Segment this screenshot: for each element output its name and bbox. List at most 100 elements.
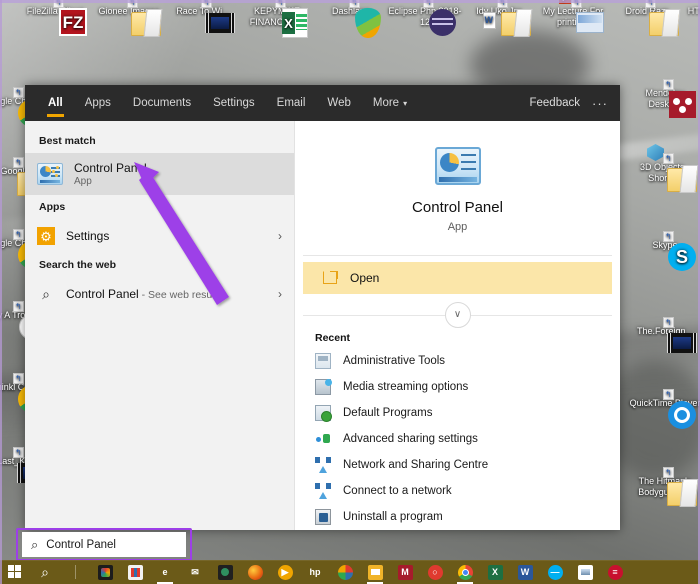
desktop-icon[interactable]: 3D Objects - Shortcut [628, 144, 700, 192]
open-label: Open [350, 270, 380, 285]
tab-label: More [372, 97, 400, 109]
picture-app[interactable] [570, 560, 600, 584]
desktop-icon[interactable]: SSkype [628, 231, 700, 271]
task-view-button[interactable] [60, 560, 90, 584]
recent-item[interactable]: Network and Sharing Centre [295, 452, 620, 478]
desktop-icon[interactable]: Mendeley Desktop [628, 79, 700, 118]
recent-item[interactable]: Media streaming options [295, 374, 620, 400]
search-filter-tabbar: All Apps Documents Settings Email Web More ▾ Fe… [25, 85, 620, 121]
advanced-sharing-icon [315, 431, 331, 447]
camera-app[interactable] [210, 560, 240, 584]
mendeley-app[interactable]: M [390, 560, 420, 584]
open-icon [323, 271, 338, 285]
media-streaming-icon [315, 379, 332, 395]
chrome-browser[interactable] [450, 560, 480, 584]
search-button[interactable]: ⌕ [30, 560, 60, 584]
result-web-control-panel[interactable]: ⌕ Control Panel - See web results › [25, 277, 294, 311]
preview-divider [303, 255, 612, 256]
photos-icon [97, 564, 113, 580]
file-explorer[interactable] [360, 560, 390, 584]
recent-item-label: Network and Sharing Centre [343, 459, 489, 471]
word-app[interactable]: W [510, 560, 540, 584]
desktop-icon[interactable]: Dashlane [314, 0, 388, 38]
desktop-icon[interactable]: Eclipse Php 2018-12 [388, 0, 462, 36]
desktop-icon[interactable]: Race To Wi... [166, 0, 240, 33]
calendar-app[interactable] [120, 560, 150, 584]
edge-icon: e [162, 566, 168, 577]
settings-gear-icon: ⚙ [37, 227, 55, 245]
recent-item[interactable]: Default Programs [295, 400, 620, 426]
desktop-icon[interactable]: Droid Razr [610, 0, 684, 36]
desktop-icon[interactable]: XKEPYMIKE FINANCIAL... [240, 0, 314, 38]
recent-list: Administrative Tools Media streaming opti… [295, 348, 620, 530]
result-settings[interactable]: ⚙ Settings › [25, 219, 294, 253]
task-view-icon [74, 565, 76, 579]
open-button[interactable]: Open [303, 261, 612, 294]
clock-icon: ○ [427, 564, 443, 580]
picture-icon [577, 564, 593, 580]
taskbar-search-input[interactable]: ⌕ Control Panel [22, 532, 186, 557]
desktop-icon[interactable]: QuickTime Player [628, 389, 700, 429]
desktop-icon[interactable]: The Hitman's Bodyguard ... [628, 467, 700, 506]
paint-app[interactable] [330, 560, 360, 584]
photos-app[interactable] [90, 560, 120, 584]
best-match-header: Best match [39, 135, 96, 147]
windows-taskbar: ⌕ e ✉ ▶ hp M ○ X W — ≡ [0, 560, 700, 584]
tab-apps[interactable]: Apps [74, 88, 122, 118]
desktop-icon[interactable]: FZFileZilla Client [18, 0, 92, 36]
media-player-icon: ▶ [277, 564, 293, 580]
expander-area: ∨ [295, 301, 620, 328]
tab-settings[interactable]: Settings [202, 88, 266, 118]
skype-app[interactable]: — [540, 560, 570, 584]
result-control-panel[interactable]: Control Panel App [25, 153, 294, 195]
tab-email[interactable]: Email [266, 88, 317, 118]
firefox-browser[interactable] [240, 560, 270, 584]
recent-item[interactable]: Uninstall a program [295, 504, 620, 530]
more-options-icon[interactable]: ··· [592, 96, 608, 111]
desktop-icon[interactable]: Gionee Images [92, 0, 166, 36]
expand-more-button[interactable]: ∨ [444, 301, 471, 328]
paint-icon [337, 564, 353, 580]
tab-label: Web [327, 97, 351, 109]
opera-app[interactable]: ≡ [600, 560, 630, 584]
preview-header: Control Panel App [295, 121, 620, 255]
recent-item-label: Administrative Tools [343, 355, 446, 367]
chevron-right-icon[interactable]: › [278, 287, 282, 301]
excel-app[interactable]: X [480, 560, 510, 584]
uninstall-program-icon [315, 509, 331, 525]
admin-tools-icon [315, 353, 331, 369]
tab-label: Email [276, 97, 306, 109]
tab-label: All [48, 97, 63, 109]
tab-documents[interactable]: Documents [122, 88, 202, 118]
desktop-icon[interactable]: The.Foreign... [628, 317, 700, 353]
feedback-button[interactable]: Feedback [529, 97, 580, 109]
windows-logo-icon [8, 565, 22, 579]
hp-app[interactable]: hp [300, 560, 330, 584]
media-player[interactable]: ▶ [270, 560, 300, 584]
desktop-icon[interactable]: WIdy Uko Jnr [462, 0, 536, 36]
tab-all[interactable]: All [37, 88, 74, 118]
tab-more[interactable]: More ▾ [362, 88, 418, 118]
start-button[interactable] [0, 560, 30, 584]
mail-app[interactable]: ✉ [180, 560, 210, 584]
control-panel-large-icon [434, 147, 481, 185]
firefox-icon [247, 564, 263, 580]
recent-item-label: Connect to a network [343, 485, 452, 497]
recent-item[interactable]: Administrative Tools [295, 348, 620, 374]
search-icon: ⌕ [42, 285, 50, 302]
search-input-value[interactable]: Control Panel [46, 539, 116, 551]
desktop-icon[interactable]: PMy Lecture For printin... [536, 0, 610, 33]
recent-item-label: Uninstall a program [343, 511, 443, 523]
edge-browser[interactable]: e [150, 560, 180, 584]
calendar-icon [127, 564, 143, 580]
recent-item-label: Default Programs [343, 407, 433, 419]
hp-icon: hp [309, 566, 321, 577]
camera-icon [217, 564, 233, 580]
tab-web[interactable]: Web [316, 88, 361, 118]
chevron-down-icon: ▾ [403, 99, 408, 108]
recent-item[interactable]: Advanced sharing settings [295, 426, 620, 452]
chevron-right-icon[interactable]: › [278, 229, 282, 243]
recent-item[interactable]: Connect to a network [295, 478, 620, 504]
clock-app[interactable]: ○ [420, 560, 450, 584]
control-panel-icon [37, 163, 63, 185]
